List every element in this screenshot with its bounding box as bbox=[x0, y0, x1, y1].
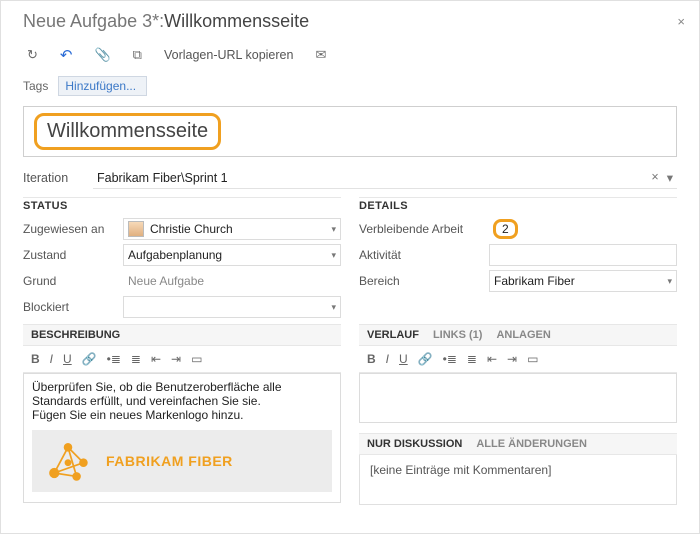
title-field-wrap: Willkommensseite bbox=[1, 106, 699, 167]
reason-value: Neue Aufgabe bbox=[128, 274, 204, 288]
history-toolbar: B I U 🔗 •≣ ≣ ⇤ ⇥ ▭ bbox=[359, 346, 677, 373]
description-toolbar: B I U 🔗 •≣ ≣ ⇤ ⇥ ▭ bbox=[23, 346, 341, 373]
italic-icon[interactable]: I bbox=[386, 352, 389, 366]
right-column: DETAILS Verbleibende Arbeit 2 Aktivität … bbox=[359, 197, 677, 505]
iteration-dropdown-icon[interactable]: ▾ bbox=[667, 170, 673, 185]
mail-icon[interactable]: ✉ bbox=[315, 47, 326, 63]
bullets-icon[interactable]: •≣ bbox=[443, 352, 457, 366]
chevron-down-icon[interactable]: ▾ bbox=[331, 302, 336, 313]
numbers-icon[interactable]: ≣ bbox=[131, 352, 141, 366]
state-label: Zustand bbox=[23, 248, 123, 262]
blocked-label: Blockiert bbox=[23, 300, 123, 314]
assigned-label: Zugewiesen an bbox=[23, 222, 123, 236]
title-main: Willkommensseite bbox=[164, 11, 309, 32]
area-label: Bereich bbox=[359, 274, 489, 288]
remaining-label: Verbleibende Arbeit bbox=[359, 222, 489, 236]
indent-icon[interactable]: ⇥ bbox=[507, 352, 517, 366]
reason-value-field: Neue Aufgabe bbox=[123, 270, 341, 292]
description-header: BESCHREIBUNG bbox=[23, 324, 341, 346]
iteration-clear-icon[interactable]: × bbox=[651, 170, 658, 185]
chevron-down-icon[interactable]: ▾ bbox=[667, 276, 672, 287]
activity-label: Aktivität bbox=[359, 248, 489, 262]
iteration-label: Iteration bbox=[23, 171, 93, 185]
window-titlebar: Neue Aufgabe 3*: Willkommensseite × bbox=[1, 1, 699, 34]
history-tabs: VERLAUF LINKS (1) ANLAGEN bbox=[359, 324, 677, 346]
tab-all-changes[interactable]: ALLE ÄNDERUNGEN bbox=[476, 438, 587, 450]
bold-icon[interactable]: B bbox=[367, 352, 376, 366]
assigned-input[interactable]: Christie Church ▾ bbox=[123, 218, 341, 240]
description-heading: BESCHREIBUNG bbox=[31, 329, 120, 341]
logo-card: FABRIKAM FIBER bbox=[32, 430, 332, 492]
assigned-value: Christie Church bbox=[150, 222, 233, 236]
discussion-tabs: NUR DISKUSSION ALLE ÄNDERUNGEN bbox=[359, 433, 677, 455]
activity-input[interactable] bbox=[489, 244, 677, 266]
numbers-icon[interactable]: ≣ bbox=[467, 352, 477, 366]
activity-row: Aktivität bbox=[359, 244, 677, 266]
discussion-section: NUR DISKUSSION ALLE ÄNDERUNGEN [keine Ei… bbox=[359, 433, 677, 505]
tags-label: Tags bbox=[23, 79, 48, 93]
area-row: Bereich Fabrikam Fiber ▾ bbox=[359, 270, 677, 292]
iteration-value: Fabrikam Fiber\Sprint 1 bbox=[97, 171, 228, 185]
remaining-input[interactable]: 2 bbox=[489, 218, 677, 240]
outdent-icon[interactable]: ⇤ bbox=[151, 352, 161, 366]
link-icon[interactable]: 🔗 bbox=[418, 352, 433, 366]
bullets-icon[interactable]: •≣ bbox=[107, 352, 121, 366]
add-tag-button[interactable]: Hinzufügen... bbox=[58, 76, 147, 96]
description-line2: Fügen Sie ein neues Markenlogo hinzu. bbox=[32, 408, 332, 422]
description-line1: Überprüfen Sie, ob die Benutzeroberfläch… bbox=[32, 380, 332, 408]
reason-label: Grund bbox=[23, 274, 123, 288]
underline-icon[interactable]: U bbox=[399, 352, 408, 366]
title-prefix: Neue Aufgabe 3*: bbox=[23, 11, 164, 32]
left-column: STATUS Zugewiesen an Christie Church ▾ Z… bbox=[23, 197, 341, 505]
undo-icon[interactable]: ↶ bbox=[60, 46, 73, 64]
avatar bbox=[128, 221, 144, 237]
refresh-icon[interactable]: ↻ bbox=[27, 47, 38, 63]
image-icon[interactable]: ▭ bbox=[191, 352, 202, 366]
logo-text: FABRIKAM FIBER bbox=[106, 453, 233, 469]
state-value: Aufgabenplanung bbox=[128, 248, 222, 262]
attach-icon[interactable]: 📎 bbox=[94, 47, 110, 63]
details-heading: DETAILS bbox=[359, 197, 677, 218]
remaining-highlight: 2 bbox=[493, 219, 518, 239]
title-input[interactable]: Willkommensseite bbox=[23, 106, 677, 157]
chevron-down-icon[interactable]: ▾ bbox=[331, 224, 336, 235]
fabrikam-logo-icon bbox=[42, 437, 94, 485]
title-value: Willkommensseite bbox=[47, 120, 208, 142]
state-input[interactable]: Aufgabenplanung ▾ bbox=[123, 244, 341, 266]
iteration-row: Iteration Fabrikam Fiber\Sprint 1 × ▾ bbox=[1, 167, 699, 197]
area-value: Fabrikam Fiber bbox=[494, 274, 575, 288]
remaining-value: 2 bbox=[502, 222, 509, 236]
title-highlight: Willkommensseite bbox=[34, 113, 221, 150]
indent-icon[interactable]: ⇥ bbox=[171, 352, 181, 366]
history-editor[interactable] bbox=[359, 373, 677, 423]
underline-icon[interactable]: U bbox=[63, 352, 72, 366]
tab-links[interactable]: LINKS (1) bbox=[433, 329, 483, 341]
state-row: Zustand Aufgabenplanung ▾ bbox=[23, 244, 341, 266]
discussion-body: [keine Einträge mit Kommentaren] bbox=[359, 455, 677, 505]
copy-icon[interactable]: ⧉ bbox=[133, 47, 142, 63]
copy-template-url-button[interactable]: Vorlagen-URL kopieren bbox=[164, 48, 293, 62]
iteration-input[interactable]: Fabrikam Fiber\Sprint 1 × ▾ bbox=[93, 167, 677, 189]
image-icon[interactable]: ▭ bbox=[527, 352, 538, 366]
tags-row: Tags Hinzufügen... bbox=[1, 74, 699, 106]
italic-icon[interactable]: I bbox=[50, 352, 53, 366]
chevron-down-icon[interactable]: ▾ bbox=[331, 250, 336, 261]
bold-icon[interactable]: B bbox=[31, 352, 40, 366]
blocked-row: Blockiert ▾ bbox=[23, 296, 341, 318]
tab-discussion[interactable]: NUR DISKUSSION bbox=[367, 438, 462, 450]
close-icon[interactable]: × bbox=[677, 14, 685, 29]
discussion-empty: [keine Einträge mit Kommentaren] bbox=[370, 463, 551, 477]
description-editor[interactable]: Überprüfen Sie, ob die Benutzeroberfläch… bbox=[23, 373, 341, 503]
tab-history[interactable]: VERLAUF bbox=[367, 329, 419, 341]
blocked-input[interactable]: ▾ bbox=[123, 296, 341, 318]
assigned-row: Zugewiesen an Christie Church ▾ bbox=[23, 218, 341, 240]
tab-attachments[interactable]: ANLAGEN bbox=[496, 329, 550, 341]
reason-row: Grund Neue Aufgabe bbox=[23, 270, 341, 292]
outdent-icon[interactable]: ⇤ bbox=[487, 352, 497, 366]
area-input[interactable]: Fabrikam Fiber ▾ bbox=[489, 270, 677, 292]
toolbar: ↻ ↶ 📎 ⧉ Vorlagen-URL kopieren ✉ bbox=[1, 34, 699, 74]
remaining-row: Verbleibende Arbeit 2 bbox=[359, 218, 677, 240]
link-icon[interactable]: 🔗 bbox=[82, 352, 97, 366]
status-heading: STATUS bbox=[23, 197, 341, 218]
